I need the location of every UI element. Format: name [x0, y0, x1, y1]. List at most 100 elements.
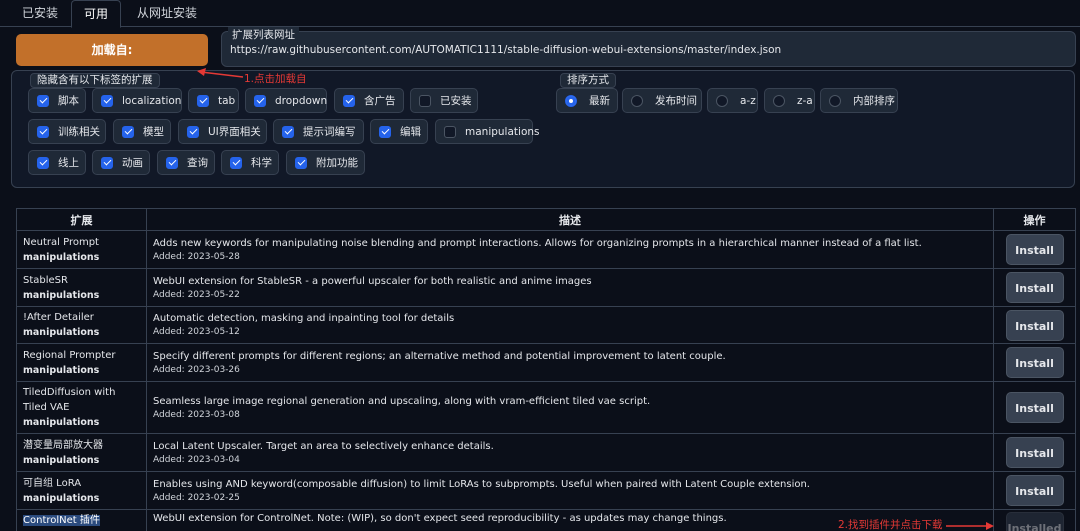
table-row: Regional Prompter manipulations Specify d…: [16, 343, 1076, 382]
tag-chip-extras[interactable]: 附加功能: [286, 150, 365, 175]
column-header-action: 操作: [993, 208, 1076, 231]
extension-description: WebUI extension for ControlNet. Note: (W…: [153, 513, 727, 524]
tag-chip-science[interactable]: 科学: [221, 150, 279, 175]
sort-option-za[interactable]: z-a: [764, 88, 815, 113]
sort-option-az[interactable]: a-z: [707, 88, 758, 113]
tag-chip-dropdown[interactable]: dropdown: [245, 88, 327, 113]
extension-name[interactable]: StableSR: [23, 275, 68, 286]
table-row: 潜变量局部放大器 manipulations Local Latent Upsca…: [16, 433, 1076, 472]
install-button[interactable]: Install: [1005, 437, 1064, 468]
extension-tag: manipulations: [23, 417, 100, 428]
extension-added-date: Added: 2023-03-08: [153, 409, 240, 420]
extension-name[interactable]: Neutral Prompt: [23, 237, 99, 248]
install-button[interactable]: Install: [1005, 347, 1064, 378]
tag-chip-label: 线上: [58, 157, 79, 169]
tag-chip-manipulations[interactable]: manipulations: [435, 119, 540, 144]
checkbox-icon[interactable]: [444, 125, 456, 138]
extension-description: Automatic detection, masking and inpaint…: [153, 313, 455, 324]
extension-name[interactable]: Regional Prompter: [23, 350, 115, 361]
tag-chip-tab[interactable]: tab: [188, 88, 239, 113]
tag-chip-training[interactable]: 训练相关: [28, 119, 106, 144]
checkbox-icon[interactable]: [282, 125, 294, 138]
extension-name[interactable]: !After Detailer: [23, 312, 94, 323]
extension-desc-cell: Automatic detection, masking and inpaint…: [146, 306, 994, 344]
checkbox-icon[interactable]: [343, 94, 355, 107]
extension-name-cell: !After Detailer manipulations: [16, 306, 147, 344]
column-header-description: 描述: [146, 208, 994, 231]
url-field-value[interactable]: https://raw.githubusercontent.com/AUTOMA…: [230, 44, 781, 56]
checkbox-icon[interactable]: [101, 156, 113, 169]
radio-icon[interactable]: [631, 94, 643, 107]
tag-chip-label: manipulations: [465, 125, 540, 138]
checkbox-icon[interactable]: [37, 94, 49, 107]
extension-name[interactable]: ControlNet 插件: [23, 515, 100, 526]
radio-icon[interactable]: [829, 94, 841, 107]
checkbox-icon[interactable]: [187, 125, 199, 138]
sort-option-label: a-z: [740, 94, 756, 107]
tag-chip-label: 脚本: [58, 95, 79, 107]
checkbox-icon[interactable]: [379, 125, 391, 138]
sort-label: 排序方式: [560, 73, 616, 88]
sort-option-internal[interactable]: 内部排序: [820, 88, 898, 113]
tag-chip-localization[interactable]: localization: [92, 88, 182, 113]
tag-chip-label: 动画: [122, 157, 143, 169]
tab-install-from-url[interactable]: 从网址安装: [125, 0, 209, 28]
extension-description: Seamless large image regional generation…: [153, 395, 651, 407]
tag-chip-label: UI界面相关: [208, 126, 261, 138]
tab-available[interactable]: 可用: [71, 0, 122, 28]
install-button[interactable]: Install: [1005, 475, 1064, 506]
radio-icon[interactable]: [565, 94, 577, 107]
extension-name[interactable]: 潜变量局部放大器: [23, 440, 103, 451]
extension-name-cell: 潜变量局部放大器 manipulations: [16, 433, 147, 472]
checkbox-icon[interactable]: [101, 94, 113, 107]
tag-chip-editing[interactable]: 编辑: [370, 119, 428, 144]
tag-chip-online[interactable]: 线上: [28, 150, 86, 175]
checkbox-icon[interactable]: [37, 125, 49, 138]
action-cell: Install: [993, 381, 1076, 434]
install-button[interactable]: Install: [1005, 272, 1064, 303]
sort-option-label: 发布时间: [655, 95, 697, 107]
extension-description: Local Latent Upscaler. Target an area to…: [153, 440, 494, 452]
checkbox-icon[interactable]: [197, 94, 209, 107]
tag-chip-script[interactable]: 脚本: [28, 88, 86, 113]
tag-chip-ui[interactable]: UI界面相关: [178, 119, 267, 144]
action-cell: Install: [993, 230, 1076, 269]
extension-tag: manipulations: [23, 454, 100, 466]
checkbox-icon[interactable]: [37, 156, 49, 169]
extension-name[interactable]: 可自组 LoRA: [23, 478, 81, 489]
extension-added-date: Added: 2023-03-04: [153, 454, 240, 465]
extension-name[interactable]: TiledDiffusion with Tiled VAE: [23, 387, 115, 413]
radio-icon[interactable]: [716, 94, 728, 107]
install-button[interactable]: Install: [1005, 234, 1064, 265]
tag-chip-models[interactable]: 模型: [113, 119, 171, 144]
checkbox-icon[interactable]: [254, 94, 266, 107]
column-header-name: 扩展: [16, 208, 147, 231]
checkbox-icon[interactable]: [230, 156, 242, 169]
sort-option-date[interactable]: 发布时间: [622, 88, 702, 113]
tag-chip-label: 科学: [251, 157, 272, 169]
checkbox-icon[interactable]: [122, 125, 134, 138]
tag-chip-label: 训练相关: [58, 126, 100, 138]
action-cell: Install: [993, 433, 1076, 472]
checkbox-icon[interactable]: [295, 156, 307, 169]
radio-icon[interactable]: [773, 94, 785, 107]
installed-button[interactable]: Installed: [1005, 512, 1064, 531]
install-button[interactable]: Install: [1005, 392, 1064, 423]
tab-installed[interactable]: 已安装: [10, 0, 70, 28]
checkbox-icon[interactable]: [419, 94, 431, 107]
sort-option-newest[interactable]: 最新: [556, 88, 618, 113]
load-from-button[interactable]: 加载自:: [16, 34, 208, 66]
checkbox-icon[interactable]: [166, 156, 178, 169]
tag-chip-prompting[interactable]: 提示词编写: [273, 119, 364, 144]
tag-chip-label: tab: [218, 94, 236, 107]
tag-chip-ads[interactable]: 含广告: [334, 88, 404, 113]
install-button[interactable]: Install: [1005, 309, 1064, 341]
action-cell: Install: [993, 471, 1076, 510]
extension-name-cell: ControlNet 插件: [16, 509, 147, 531]
tag-chip-query[interactable]: 查询: [157, 150, 215, 175]
extensions-table: 扩展 描述 操作 Neutral Prompt manipulations Add…: [16, 208, 1076, 531]
tag-chip-animation[interactable]: 动画: [92, 150, 150, 175]
tag-chip-installed[interactable]: 已安装: [410, 88, 478, 113]
tag-chip-label: dropdown: [275, 94, 328, 107]
table-row: Neutral Prompt manipulations Adds new key…: [16, 230, 1076, 269]
